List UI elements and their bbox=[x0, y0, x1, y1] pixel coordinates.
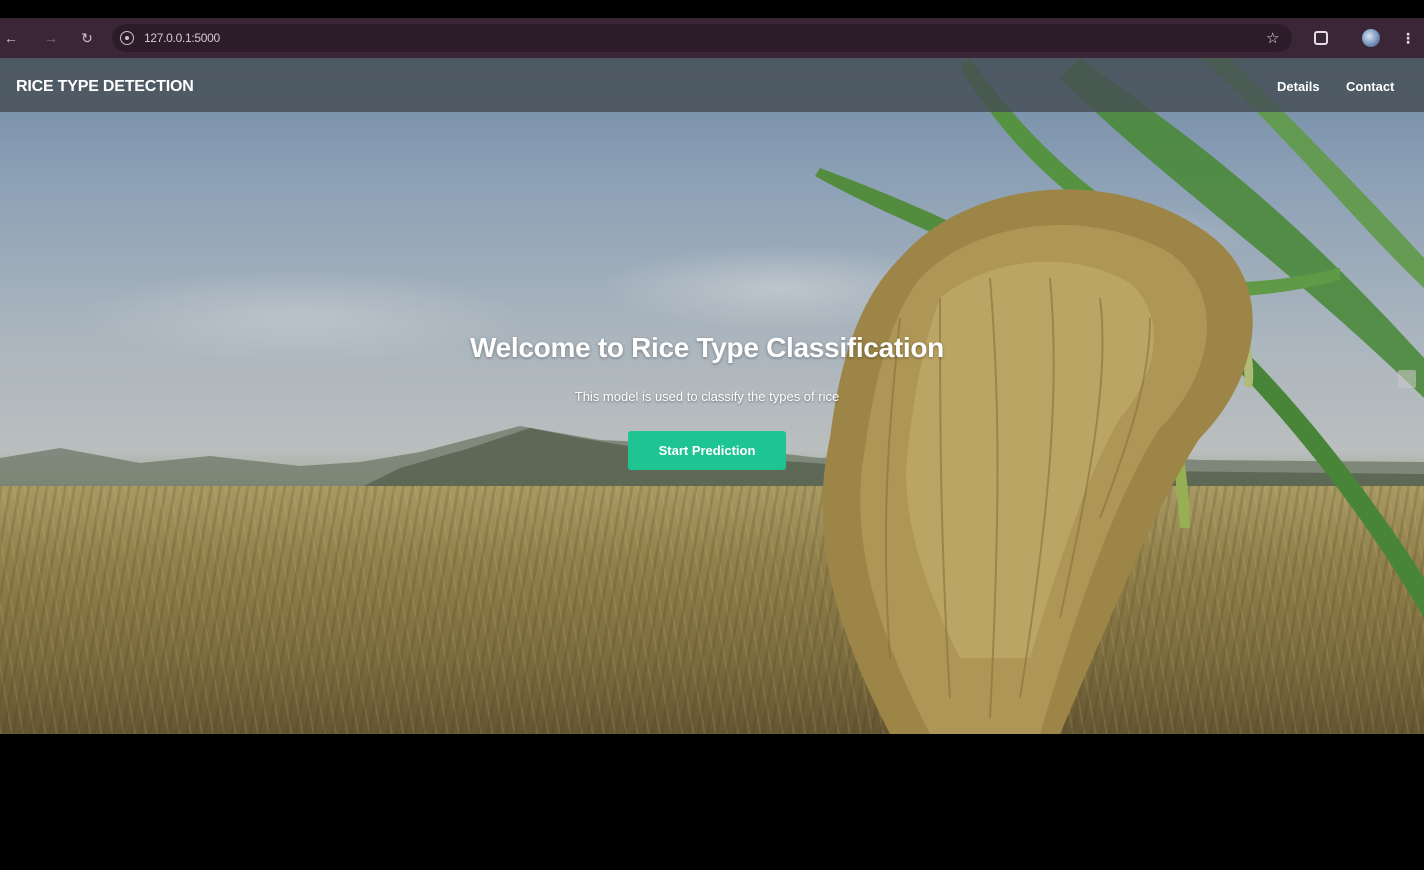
hero-title: Welcome to Rice Type Classification bbox=[470, 332, 944, 363]
extensions-icon[interactable] bbox=[1314, 31, 1328, 45]
bookmark-star-icon[interactable]: ☆ bbox=[1266, 29, 1279, 47]
brand-title[interactable]: RICE TYPE DETECTION bbox=[16, 78, 194, 96]
back-icon[interactable]: ← bbox=[0, 27, 22, 49]
screen: ← → ↻ 127.0.0.1:5000 ☆ ⋮ RICE TYPE DETEC… bbox=[0, 0, 1424, 870]
nav-link-details[interactable]: Details bbox=[1277, 79, 1320, 94]
nav-link-contact[interactable]: Contact bbox=[1346, 79, 1394, 94]
url-text[interactable]: 127.0.0.1:5000 bbox=[144, 31, 220, 45]
reload-icon[interactable]: ↻ bbox=[76, 27, 98, 49]
site-navbar: RICE TYPE DETECTION Details Contact bbox=[0, 58, 1424, 112]
start-prediction-button[interactable]: Start Prediction bbox=[628, 431, 786, 470]
menu-kebab-icon[interactable]: ⋮ bbox=[1401, 30, 1415, 47]
hero-subtitle: This model is used to classify the types… bbox=[574, 389, 840, 404]
profile-avatar-icon[interactable] bbox=[1362, 29, 1380, 47]
site-info-icon[interactable] bbox=[120, 31, 134, 45]
address-bar[interactable]: 127.0.0.1:5000 bbox=[112, 24, 1292, 52]
image-overlay-icon[interactable] bbox=[1398, 370, 1416, 388]
forward-icon[interactable]: → bbox=[40, 27, 62, 49]
web-page: RICE TYPE DETECTION Details Contact Welc… bbox=[0, 58, 1424, 734]
browser-toolbar: ← → ↻ 127.0.0.1:5000 ☆ ⋮ bbox=[0, 18, 1424, 58]
